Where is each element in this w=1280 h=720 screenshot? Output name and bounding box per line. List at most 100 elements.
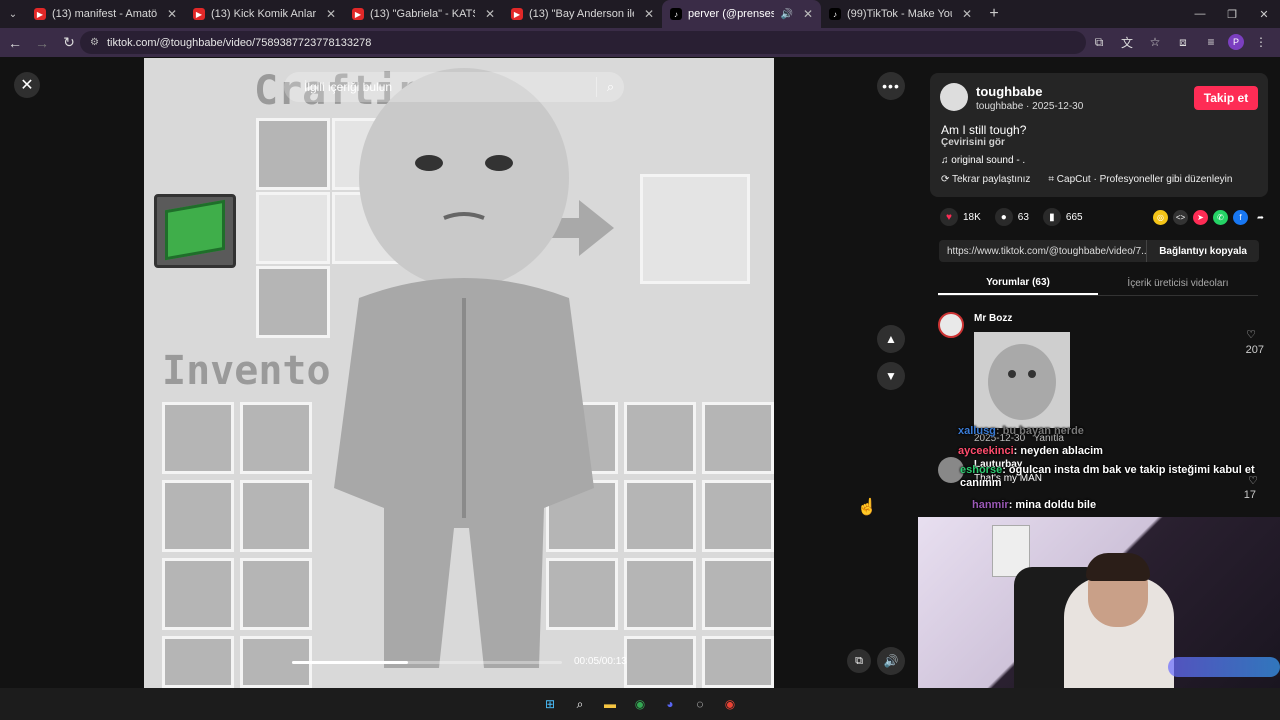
profile-avatar[interactable]: P — [1228, 34, 1244, 50]
back-icon[interactable]: ← — [3, 31, 27, 55]
tab-creator-videos[interactable]: İçerik üreticisi videoları — [1098, 272, 1258, 295]
speaker-icon[interactable]: 🔊 — [780, 9, 792, 20]
chat-text: : mina doldu bile — [1008, 499, 1097, 511]
video-progress-fill — [292, 661, 409, 664]
tiktok-icon: ♪ — [829, 8, 841, 20]
site-info-icon[interactable]: ⚙ — [90, 37, 99, 48]
youtube-icon: ▶ — [352, 8, 364, 20]
video-player[interactable]: Crafting Invento İlgili içeriği bulun ⌕ … — [144, 58, 774, 688]
browser-tab-active[interactable]: ♪ perver (@prensesperver) | T 🔊 ✕ — [662, 0, 821, 28]
windows-taskbar: ⊞ ⌕ ▬ ◉ ◕ ◌ ◉ — [0, 688, 1280, 720]
video-time: 00:05/00:13 — [574, 656, 627, 667]
close-tab-icon[interactable]: ✕ — [962, 7, 972, 21]
bookmark-star-icon[interactable]: ☆ — [1144, 31, 1166, 53]
tiktok-icon: ♪ — [670, 8, 682, 20]
tab-title: (99)TikTok - Make Your Day — [847, 8, 952, 20]
engagement-actions: ♥ 18K ● 63 ▮ 665 — [940, 208, 1089, 226]
close-tab-icon[interactable]: ✕ — [644, 7, 654, 21]
repost-label-wrap[interactable]: ⟳ Tekrar paylaştınız — [941, 174, 1030, 185]
url-text: tiktok.com/@toughbabe/video/758938772377… — [106, 36, 372, 49]
comment-like-icon[interactable]: ♡ — [1246, 328, 1256, 341]
author-avatar[interactable] — [940, 83, 968, 111]
volume-icon[interactable]: 🔊 — [877, 647, 905, 675]
picture-in-picture-icon[interactable]: ⧉ — [847, 649, 871, 673]
chrome-icon[interactable]: ◉ — [630, 694, 650, 714]
comment-button[interactable]: ● 63 — [994, 208, 1029, 226]
browser-tab-strip: ⌄ ▶ (13) manifest - Amatör | Officia ✕ ▶ (1… — [0, 0, 1280, 28]
browser-tab[interactable]: ▶ (13) Kick Komik Anlar Türkiye R ✕ — [185, 0, 344, 28]
youtube-icon: ▶ — [511, 8, 523, 20]
forward-icon[interactable]: → — [30, 31, 54, 55]
related-search-bar[interactable]: İlgili içeriği bulun ⌕ — [284, 72, 624, 102]
commenter-avatar[interactable] — [938, 312, 964, 338]
green-book-icon — [154, 194, 236, 268]
tab-title: (13) "Bay Anderson ile John Wi — [529, 8, 634, 20]
browser-tab[interactable]: ▶ (13) "Bay Anderson ile John Wi ✕ — [503, 0, 662, 28]
capcut-link[interactable]: ⌗ CapCut · Profesyoneller gibi düzenleyi… — [1048, 174, 1232, 185]
comment-like-count: 207 — [1245, 344, 1264, 356]
music-note-icon: ♫ — [941, 155, 952, 166]
toolbar-right: ⧉ 文 ☆ ⧈ ≡ P ⋮ — [1088, 31, 1272, 53]
media-controls-icon[interactable]: ≡ — [1200, 31, 1222, 53]
comment-image[interactable] — [974, 332, 1070, 428]
discord-icon[interactable]: ◕ — [660, 694, 680, 714]
led-light — [1168, 657, 1280, 677]
extensions-icon[interactable]: ⧈ — [1172, 31, 1194, 53]
close-video-button[interactable]: ✕ — [14, 72, 40, 98]
facebook-icon[interactable]: f — [1233, 210, 1248, 225]
url-input[interactable]: ⚙ tiktok.com/@toughbabe/video/7589387723… — [80, 31, 1086, 54]
browser-tab[interactable]: ▶ (13) "Gabriela" - KATSEYE - You ✕ — [344, 0, 503, 28]
search-icon[interactable]: ⌕ — [570, 694, 590, 714]
new-tab-button[interactable]: + — [980, 0, 1008, 28]
close-tab-icon[interactable]: ✕ — [803, 7, 813, 21]
browser-tab[interactable]: ▶ (13) manifest - Amatör | Officia ✕ — [26, 0, 185, 28]
close-window-icon[interactable]: ✕ — [1248, 0, 1280, 28]
heart-icon: ♥ — [940, 208, 958, 226]
tab-title: (13) Kick Komik Anlar Türkiye R — [211, 8, 316, 20]
repost-row: ⟳ Tekrar paylaştınız ⌗ CapCut · Profesyo… — [941, 174, 1232, 185]
close-tab-icon[interactable]: ✕ — [326, 7, 336, 21]
send-icon[interactable]: ➤ — [1193, 210, 1208, 225]
install-app-icon[interactable]: ⧉ — [1088, 31, 1110, 53]
minimize-icon[interactable]: — — [1184, 0, 1216, 28]
chat-text: : bu bayan nerde — [995, 425, 1084, 437]
chat-user: xallusg — [958, 425, 996, 437]
whatsapp-icon[interactable]: ✆ — [1213, 210, 1228, 225]
next-video-icon[interactable]: ▼ — [877, 362, 905, 390]
close-tab-icon[interactable]: ✕ — [167, 7, 177, 21]
menu-dots-icon[interactable]: ⋮ — [1250, 31, 1272, 53]
search-icon[interactable]: ⌕ — [596, 77, 616, 97]
close-tab-icon[interactable]: ✕ — [485, 7, 495, 21]
reward-icon[interactable]: ◎ — [1153, 210, 1168, 225]
reload-icon[interactable]: ↻ — [57, 31, 81, 55]
restore-icon[interactable]: ❐ — [1216, 0, 1248, 28]
tab-title: (13) manifest - Amatör | Officia — [52, 8, 157, 20]
save-button[interactable]: ▮ 665 — [1042, 208, 1083, 226]
chrome-profile-icon[interactable]: ◉ — [720, 694, 740, 714]
previous-video-icon[interactable]: ▲ — [877, 325, 905, 353]
tab-search-button[interactable]: ⌄ — [0, 0, 26, 28]
obs-icon[interactable]: ◌ — [690, 694, 710, 714]
translate-icon[interactable]: 文 — [1116, 31, 1138, 53]
embed-icon[interactable]: <> — [1173, 210, 1188, 225]
file-explorer-icon[interactable]: ▬ — [600, 694, 620, 714]
comment-count: 63 — [1017, 211, 1029, 223]
crafting-output-slot — [640, 174, 750, 284]
share-arrow-icon[interactable]: ➦ — [1253, 210, 1268, 225]
capcut-label: CapCut · Profesyoneller gibi düzenleyin — [1056, 174, 1233, 185]
sound-link[interactable]: ♫ original sound - . — [941, 155, 1025, 166]
copy-link-button[interactable]: Bağlantıyı kopyala — [1146, 240, 1259, 262]
like-button[interactable]: ♥ 18K — [940, 208, 981, 226]
like-count: 18K — [963, 211, 981, 223]
more-options-icon[interactable]: ••• — [877, 72, 905, 100]
video-progress-bar[interactable] — [292, 661, 562, 664]
tab-comments[interactable]: Yorumlar (63) — [938, 272, 1098, 295]
browser-tab[interactable]: ♪ (99)TikTok - Make Your Day ✕ — [821, 0, 980, 28]
follow-button[interactable]: Takip et — [1194, 86, 1258, 110]
commenter-name[interactable]: Mr Bozz — [974, 313, 1012, 324]
see-translation-link[interactable]: Çevirisini gör — [941, 137, 1005, 148]
author-name[interactable]: toughbabe — [976, 84, 1042, 99]
windows-start-icon[interactable]: ⊞ — [540, 694, 560, 714]
chat-user: hanmir — [972, 499, 1009, 511]
share-link-url[interactable]: https://www.tiktok.com/@toughbabe/video/… — [939, 246, 1146, 257]
